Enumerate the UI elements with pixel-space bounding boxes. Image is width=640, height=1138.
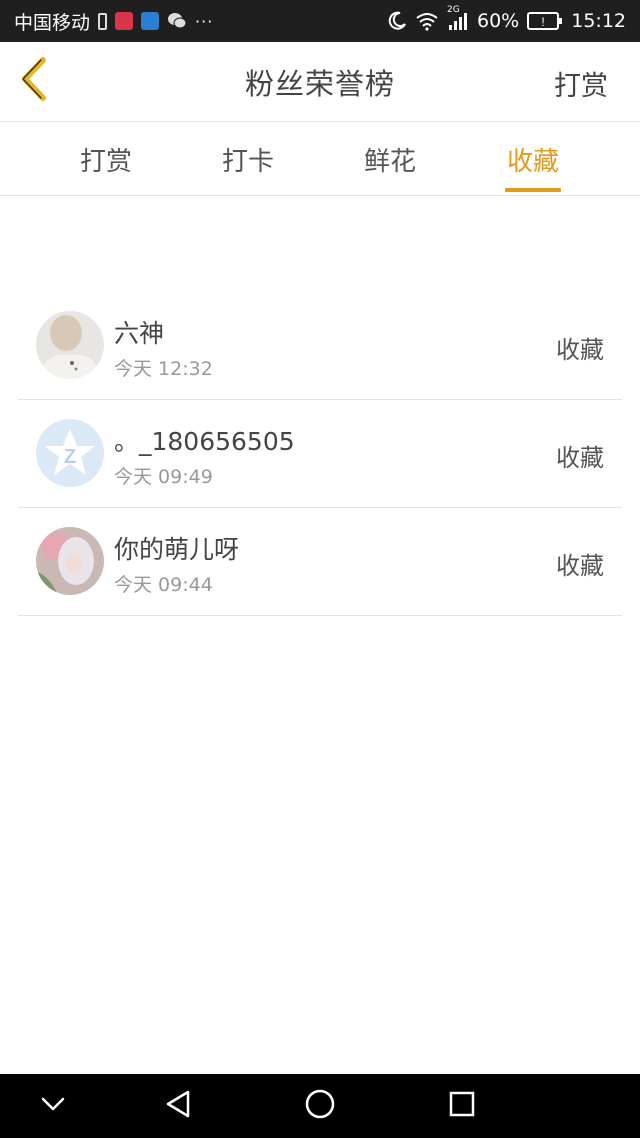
back-nav-button[interactable] bbox=[138, 1074, 218, 1138]
tab-flowers[interactable]: 鲜花 bbox=[330, 122, 450, 196]
item-action: 收藏 bbox=[556, 444, 604, 472]
home-circle-icon bbox=[304, 1088, 336, 1124]
active-tab-indicator bbox=[505, 188, 561, 192]
svg-text:!: ! bbox=[542, 15, 545, 29]
recents-square-icon bbox=[448, 1090, 476, 1122]
status-bar: 中国移动 ··· 2G 60% ! 15:12 bbox=[0, 0, 640, 42]
svg-text:Z: Z bbox=[64, 446, 76, 468]
item-action: 收藏 bbox=[556, 552, 604, 580]
page-title: 粉丝荣誉榜 bbox=[244, 66, 395, 101]
battery-icon: ! bbox=[527, 12, 563, 30]
network-label: 2G bbox=[447, 5, 460, 15]
tab-reward[interactable]: 打赏 bbox=[46, 122, 166, 196]
avatar bbox=[36, 527, 104, 595]
app-icon-video bbox=[141, 12, 160, 30]
tab-label: 收藏 bbox=[506, 146, 559, 177]
clock: 15:12 bbox=[571, 10, 626, 32]
item-name: 。_180656505 bbox=[114, 427, 295, 456]
chevron-left-icon bbox=[17, 56, 51, 106]
system-nav-bar bbox=[0, 1074, 640, 1138]
list-item[interactable]: Z 。_180656505 今天 09:49 收藏 bbox=[18, 400, 622, 508]
tab-label: 打赏 bbox=[79, 146, 132, 177]
moon-icon bbox=[387, 11, 407, 31]
item-name: 你的萌儿呀 bbox=[114, 535, 240, 564]
list-item[interactable]: 你的萌儿呀 今天 09:44 收藏 bbox=[18, 508, 622, 616]
item-time: 今天 12:32 bbox=[114, 358, 213, 380]
avatar bbox=[36, 311, 104, 379]
back-triangle-icon bbox=[164, 1089, 192, 1123]
back-button[interactable] bbox=[14, 56, 54, 106]
more-dots-icon: ··· bbox=[195, 11, 214, 31]
recents-nav-button[interactable] bbox=[422, 1074, 502, 1138]
status-left: 中国移动 ··· bbox=[14, 8, 213, 35]
tab-checkin[interactable]: 打卡 bbox=[188, 122, 308, 196]
item-time: 今天 09:44 bbox=[114, 574, 213, 596]
tab-bar: 打赏 打卡 鲜花 收藏 bbox=[0, 122, 640, 196]
signal-icon: 2G bbox=[447, 5, 469, 31]
tab-favorites[interactable]: 收藏 bbox=[473, 122, 593, 196]
item-name: 六神 bbox=[114, 319, 165, 348]
tab-label: 鲜花 bbox=[363, 146, 416, 177]
app-icon-news bbox=[115, 12, 134, 30]
battery-percent: 60% bbox=[477, 10, 520, 32]
tab-label: 打卡 bbox=[221, 146, 274, 177]
home-nav-button[interactable] bbox=[280, 1074, 360, 1138]
wechat-icon bbox=[167, 12, 187, 30]
list-item[interactable]: 六神 今天 12:32 收藏 bbox=[18, 292, 622, 400]
status-right: 2G 60% ! 15:12 bbox=[387, 5, 626, 32]
chevron-down-icon bbox=[40, 1096, 66, 1116]
item-action: 收藏 bbox=[556, 336, 604, 364]
fan-list: 六神 今天 12:32 收藏 Z 。_180656505 今天 09:49 收藏… bbox=[18, 292, 622, 616]
wifi-icon bbox=[415, 11, 439, 31]
reward-button[interactable]: 打赏 bbox=[554, 64, 608, 103]
item-time: 今天 09:49 bbox=[114, 466, 213, 488]
header: 粉丝荣誉榜 打赏 bbox=[0, 42, 640, 122]
avatar: Z bbox=[36, 419, 104, 487]
hide-nav-button[interactable] bbox=[13, 1074, 93, 1138]
battery-saver-icon bbox=[98, 12, 108, 30]
carrier-label: 中国移动 bbox=[14, 11, 91, 34]
